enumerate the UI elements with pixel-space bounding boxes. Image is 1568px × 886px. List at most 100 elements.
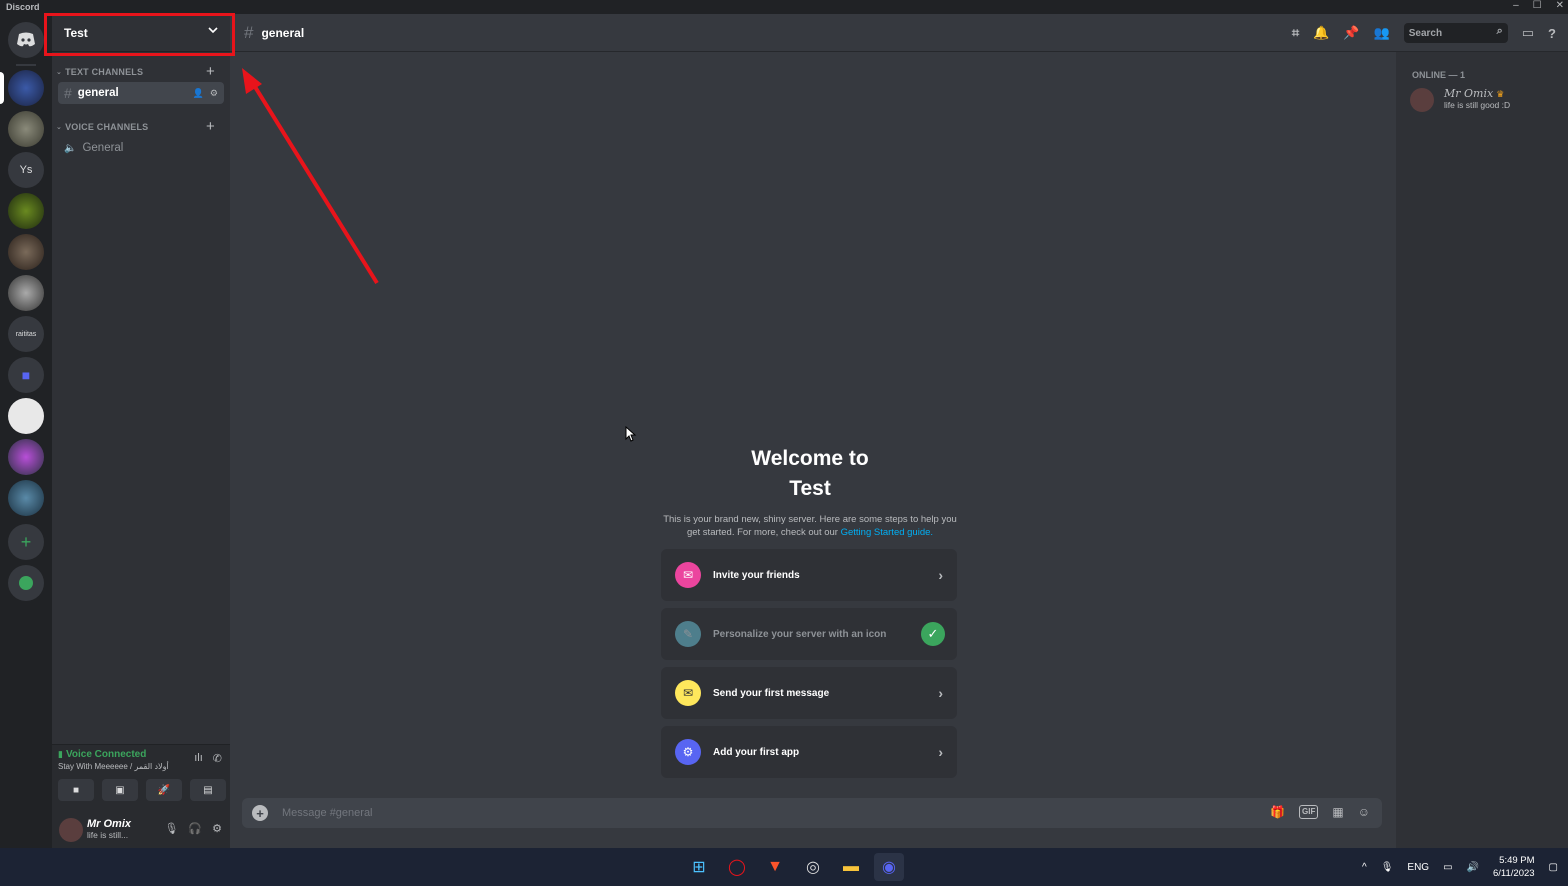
folder-icon: ■ xyxy=(21,367,31,383)
invite-icon: ✉ xyxy=(675,562,701,588)
category-voice-channels[interactable]: ⌄ VOICE CHANNELS + xyxy=(56,118,215,135)
channel-label: General xyxy=(82,142,124,154)
bell-icon[interactable]: 🔔 xyxy=(1313,25,1329,41)
gif-icon[interactable]: GIF xyxy=(1299,805,1319,819)
voice-channel-info[interactable]: Stay With Meeeeee / أولاد القمر xyxy=(58,762,169,771)
chevron-icon: ⌄ xyxy=(56,124,63,131)
avatar xyxy=(1410,88,1434,112)
chevron-right-icon: › xyxy=(938,744,943,760)
notification-icon[interactable]: ▢ xyxy=(1549,862,1558,873)
gear-icon[interactable]: ⚙ xyxy=(210,88,218,99)
network-icon[interactable]: ▭ xyxy=(1443,862,1452,873)
emoji-icon[interactable]: ☺ xyxy=(1358,805,1370,819)
screen-share-button[interactable]: ▣ xyxy=(102,779,138,801)
server-icon[interactable] xyxy=(8,439,44,475)
voice-channel-general[interactable]: 🔈 General xyxy=(58,137,224,159)
server-icon[interactable] xyxy=(8,275,44,311)
add-server-button[interactable]: + xyxy=(8,524,44,560)
brave-icon: ▼ xyxy=(767,858,783,875)
server-icon[interactable] xyxy=(8,398,44,434)
upload-button[interactable]: + xyxy=(252,805,268,821)
brave-app[interactable]: ▼ xyxy=(760,853,790,881)
search-input[interactable]: Search ⌕ xyxy=(1403,23,1508,43)
camera-button[interactable]: ■ xyxy=(58,779,94,801)
inbox-icon[interactable]: ▭ xyxy=(1522,25,1534,41)
getting-started-link[interactable]: Getting Started guide. xyxy=(841,527,933,538)
language-indicator[interactable]: ENG xyxy=(1407,862,1429,873)
server-icon[interactable] xyxy=(8,234,44,270)
server-icon[interactable] xyxy=(8,480,44,516)
noise-suppression-icon[interactable]: ılı xyxy=(194,752,203,765)
channel-header: # general ⌗ 🔔 📌 👥 Search ⌕ ▭ ? xyxy=(230,14,1568,52)
minimize-button[interactable]: – xyxy=(1513,0,1519,11)
voice-connected-status[interactable]: ▮ Voice Connected xyxy=(58,749,146,760)
hash-icon: # xyxy=(244,22,254,42)
welcome-section: Welcome to Test This is your brand new, … xyxy=(660,444,960,539)
windows-icon: ⊞ xyxy=(692,859,706,876)
message-input[interactable]: + Message #general 🎁 GIF ▦ ☺ xyxy=(242,798,1382,828)
opera-icon: ◯ xyxy=(728,859,746,876)
avatar[interactable] xyxy=(59,818,83,842)
server-icon[interactable] xyxy=(8,70,44,106)
discord-app[interactable]: ◉ xyxy=(874,853,904,881)
server-icon[interactable] xyxy=(8,111,44,147)
disconnect-icon[interactable]: ✆ xyxy=(213,752,222,765)
category-text-channels[interactable]: ⌄ TEXT CHANNELS + xyxy=(56,63,215,80)
invite-friends-card[interactable]: ✉ Invite your friends › xyxy=(661,549,957,601)
pin-icon[interactable]: 📌 xyxy=(1343,25,1359,41)
help-icon[interactable]: ? xyxy=(1548,26,1556,41)
plus-icon: + xyxy=(20,531,32,552)
chevron-icon: ⌄ xyxy=(56,69,63,76)
channel-general[interactable]: # general 👤 ⚙ xyxy=(58,82,224,104)
maximize-button[interactable]: ☐ xyxy=(1533,0,1542,11)
threads-icon[interactable]: ⌗ xyxy=(1292,25,1299,41)
member-item[interactable]: Mr Omix ♛ life is still good :D xyxy=(1410,84,1560,114)
file-explorer-app[interactable]: ▬ xyxy=(836,853,866,881)
chevron-right-icon: › xyxy=(938,685,943,701)
screen-icon: ▣ xyxy=(115,784,125,796)
welcome-body: This is your brand new, shiny server. He… xyxy=(663,514,957,538)
sticker-icon[interactable]: ▦ xyxy=(1332,805,1343,819)
add-app-card[interactable]: ⚙ Add your first app › xyxy=(661,726,957,778)
close-button[interactable]: ✕ xyxy=(1556,0,1564,11)
server-icon-ys[interactable]: Ys xyxy=(8,152,44,188)
member-status: life is still good :D xyxy=(1444,100,1511,110)
home-button[interactable] xyxy=(8,22,44,58)
signal-icon: ▮ xyxy=(58,749,63,759)
clock[interactable]: 5:49 PM 6/11/2023 xyxy=(1493,854,1535,880)
volume-icon[interactable]: 🔊 xyxy=(1467,862,1479,873)
user-name[interactable]: Mr Omix xyxy=(87,818,131,830)
server-icon[interactable] xyxy=(8,193,44,229)
soundboard-button[interactable]: ▤ xyxy=(190,779,226,801)
channel-sidebar: Test ⌄ TEXT CHANNELS + # general 👤 ⚙ ⌄ V… xyxy=(52,14,230,848)
create-channel-icon[interactable]: + xyxy=(206,118,215,135)
personalize-server-card[interactable]: ✎ Personalize your server with an icon ✓ xyxy=(661,608,957,660)
discord-icon: ◉ xyxy=(882,859,896,876)
explore-servers-button[interactable] xyxy=(8,565,44,601)
members-section-header: ONLINE — 1 xyxy=(1412,70,1466,80)
start-button[interactable]: ⊞ xyxy=(684,853,714,881)
mute-icon[interactable]: 🎙 xyxy=(164,822,178,835)
activity-button[interactable]: 🚀 xyxy=(146,779,182,801)
user-status: life is still... xyxy=(87,830,129,840)
deafen-icon[interactable]: 🎧 xyxy=(188,822,202,835)
gift-icon[interactable]: 🎁 xyxy=(1270,805,1285,819)
microphone-icon[interactable]: 🎙 xyxy=(1381,862,1394,873)
server-folder[interactable]: ■ xyxy=(8,357,44,393)
crown-icon: ♛ xyxy=(1496,90,1505,100)
create-channel-icon[interactable]: + xyxy=(206,63,215,80)
tray-overflow-icon[interactable]: ^ xyxy=(1362,862,1367,873)
invite-icon[interactable]: 👤 xyxy=(193,88,204,99)
os-taskbar: ⊞ ◯ ▼ ◎ ▬ ◉ ^ 🎙 ENG ▭ 🔊 5:49 PM 6/11/202… xyxy=(0,848,1568,886)
rocket-icon: 🚀 xyxy=(157,784,171,796)
opera-app[interactable]: ◯ xyxy=(722,853,752,881)
server-icon-raititas[interactable]: raititas xyxy=(8,316,44,352)
member-list-icon[interactable]: 👥 xyxy=(1374,25,1390,41)
app-title: Discord xyxy=(6,2,40,12)
obs-app[interactable]: ◎ xyxy=(798,853,828,881)
channel-label: general xyxy=(77,87,119,99)
first-message-card[interactable]: ✉ Send your first message › xyxy=(661,667,957,719)
app-icon: ⚙ xyxy=(675,739,701,765)
compass-icon xyxy=(19,576,33,590)
gear-icon[interactable]: ⚙ xyxy=(212,822,222,835)
